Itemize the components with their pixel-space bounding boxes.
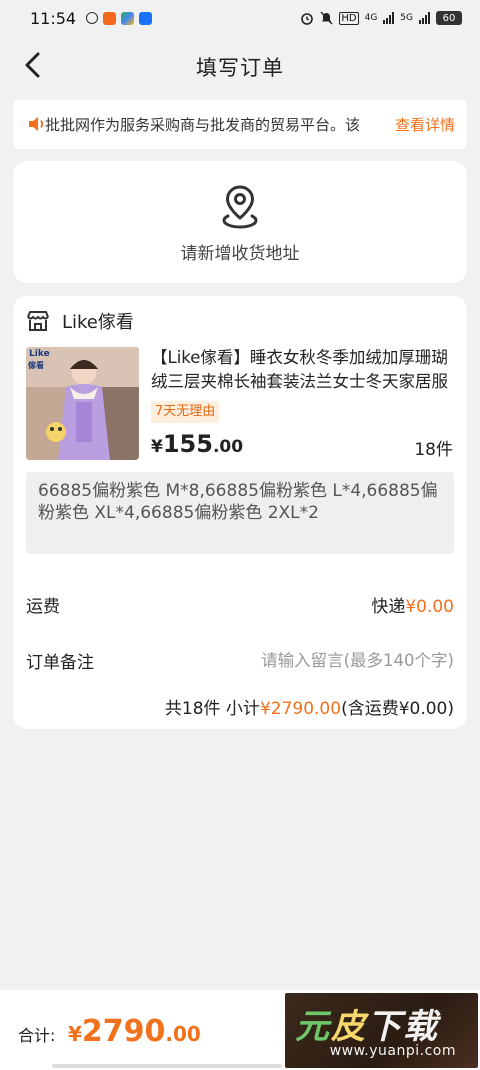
product-title[interactable]: 【Like傢看】睡衣女秋冬季加绒加厚珊瑚绒三层夹棉长袖套装法兰女士冬天家居服 [151,346,456,394]
watermark-title: 元皮下载 [295,999,439,1048]
home-indicator [52,1064,282,1068]
speaker-icon [29,117,44,131]
alarm-icon [301,13,314,25]
status-bar: 11:54 HD 4G 5G 60 [0,0,480,36]
shipping-label: 运费 [26,597,60,617]
app-play-icon [121,11,135,25]
mute-icon [320,11,333,25]
store-icon [27,311,49,331]
return-policy-badge: 7天无理由 [151,401,220,423]
thumb-brand-label: Like [29,349,50,359]
status-right: HD 4G 5G 60 [300,11,462,25]
total-decimal: .00 [165,1022,201,1046]
shop-name: Like傢看 [62,312,134,333]
total-currency: ¥ [68,1022,82,1046]
status-time: 11:54 [30,8,77,28]
subtotal: 共18件 小计¥2790.00(含运费¥0.00) [165,694,454,719]
shipping-method: 快递 [371,597,406,617]
thumb-brand-sub-label: 傢看 [28,361,44,370]
signal-2-icon [419,12,430,24]
watermark-char-2: 皮 [331,1007,367,1047]
watermark-url: www.yuanpi.com [329,1043,456,1059]
total-price: ¥2790.00 [68,1014,201,1049]
shop-row[interactable]: Like傢看 [26,308,134,334]
add-address-button[interactable]: 请新增收货地址 [13,161,467,283]
shipping-amount: ¥0.00 [405,597,454,617]
product-price: ¥155.00 [151,430,243,458]
product-image[interactable]: Like 傢看 [26,347,139,460]
network-5g-label: 5G [400,13,413,23]
subtotal-suffix: (含运费¥0.00) [341,699,454,719]
remark-label: 订单备注 [26,653,94,673]
nav-bar: 填写订单 [0,36,480,96]
shipping-row: 运费 快递¥0.00 [26,592,454,617]
add-address-label: 请新增收货地址 [180,244,300,264]
notice-text: 批批网作为服务采购商与批发商的贸易平台。该 [45,116,361,134]
subtotal-prefix: 共18件 小计 [164,699,260,719]
subtotal-amount: ¥2790.00 [259,699,342,719]
price-currency: ¥ [151,437,163,457]
price-integer: 155 [162,430,213,458]
watermark-logo: 元皮下载 www.yuanpi.com [285,993,478,1068]
signal-1-icon [383,12,395,24]
remark-input[interactable] [204,651,454,670]
price-decimal: .00 [212,437,244,457]
notice-banner: 批批网作为服务采购商与批发商的贸易平台。该 查看详情 [13,100,467,149]
app-zhihu-icon [139,11,153,25]
hd-badge: HD [339,11,359,25]
order-card: Like傢看 Like 傢看 【Like傢看】睡衣女秋冬季加绒加厚珊瑚绒三层夹棉… [13,296,467,729]
battery-icon: 60 [436,11,462,25]
shipping-value: 快递¥0.00 [371,592,454,617]
total-integer: 2790 [81,1014,166,1049]
total-label: 合计: [18,1026,56,1045]
page-title: 填写订单 [196,56,284,80]
spec-summary: 66885偏粉紫色 M*8,66885偏粉紫色 L*4,66885偏粉紫色 XL… [26,472,454,554]
remark-row: 订单备注 [26,648,454,673]
watermark-char-3: 下载 [367,1007,439,1047]
notice-details-link[interactable]: 查看详情 [395,114,455,135]
product-quantity: 18件 [414,440,453,460]
network-4g-label: 4G [364,13,378,23]
watermark-char-1: 元 [295,1007,331,1047]
location-pin-icon [222,185,258,229]
app-k-icon [86,12,99,24]
app-orange-icon [103,11,117,25]
